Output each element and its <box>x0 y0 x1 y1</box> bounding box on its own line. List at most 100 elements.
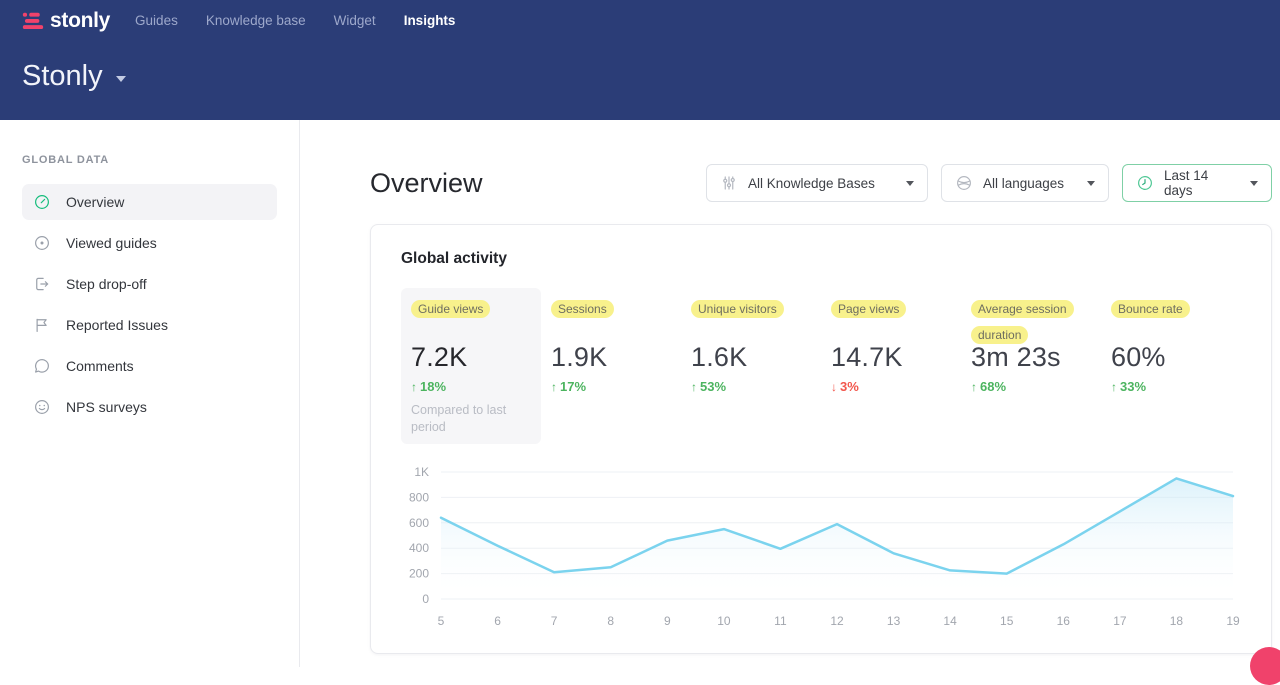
trend-arrow-icon <box>691 379 697 394</box>
metric-value: 60% <box>1111 342 1231 373</box>
svg-text:8: 8 <box>607 614 614 628</box>
chevron-down-icon <box>1250 181 1258 186</box>
metric-delta: 33% <box>1111 379 1231 394</box>
sidebar-item-overview[interactable]: Overview <box>22 184 277 220</box>
metric-value: 1.6K <box>691 342 811 373</box>
svg-text:15: 15 <box>1000 614 1014 628</box>
svg-text:400: 400 <box>409 541 429 555</box>
eye-icon <box>33 234 51 252</box>
global-activity-card: Global activity Guide views 7.2K 18% Com… <box>370 224 1272 654</box>
globe-icon <box>955 174 973 192</box>
metric-tile-sessions[interactable]: Sessions 1.9K 17% <box>541 288 681 444</box>
global-activity-chart: 02004006008001K5678910111213141516171819 <box>401 460 1243 632</box>
languages-filter[interactable]: All languages <box>941 164 1109 202</box>
topnav-item-insights[interactable]: Insights <box>404 7 456 34</box>
svg-text:6: 6 <box>494 614 501 628</box>
chevron-down-icon <box>906 181 914 186</box>
page-title: Overview <box>370 168 483 199</box>
sidebar-item-reported-issues[interactable]: Reported Issues <box>22 307 277 343</box>
top-navigation-bar: stonly Guides Knowledge base Widget Insi… <box>22 0 1280 38</box>
topnav-item-widget[interactable]: Widget <box>334 7 376 34</box>
svg-text:600: 600 <box>409 516 429 530</box>
sidebar-nav: Overview Viewed guides Step drop-off <box>0 184 299 425</box>
smiley-icon <box>33 398 51 416</box>
svg-text:13: 13 <box>887 614 901 628</box>
metric-tiles: Guide views 7.2K 18% Compared to last pe… <box>401 288 1241 444</box>
date-range-filter[interactable]: Last 14 days <box>1122 164 1272 202</box>
svg-text:10: 10 <box>717 614 731 628</box>
languages-filter-value: All languages <box>983 176 1077 191</box>
chart-area: 02004006008001K5678910111213141516171819 <box>401 460 1241 637</box>
metric-label: Average session duration <box>971 296 1091 340</box>
svg-text:12: 12 <box>830 614 844 628</box>
sidebar-item-viewed-guides[interactable]: Viewed guides <box>22 225 277 261</box>
metric-label: Unique visitors <box>691 296 811 340</box>
metric-tile-unique-visitors[interactable]: Unique visitors 1.6K 53% <box>681 288 821 444</box>
sliders-icon <box>720 174 738 192</box>
chevron-down-icon <box>1087 181 1095 186</box>
sidebar-item-label: Viewed guides <box>66 235 157 251</box>
metric-tile-average-session-duration[interactable]: Average session duration 3m 23s 68% <box>961 288 1101 444</box>
topnav-item-knowledge-base[interactable]: Knowledge base <box>206 7 306 34</box>
metric-delta: 3% <box>831 379 951 394</box>
metric-tile-guide-views[interactable]: Guide views 7.2K 18% Compared to last pe… <box>401 288 541 444</box>
gauge-icon <box>33 193 51 211</box>
metric-label: Sessions <box>551 296 671 340</box>
sidebar-item-label: Comments <box>66 358 134 374</box>
trend-arrow-icon <box>971 379 977 394</box>
svg-text:200: 200 <box>409 566 429 580</box>
svg-text:14: 14 <box>943 614 957 628</box>
svg-text:16: 16 <box>1057 614 1071 628</box>
trend-arrow-icon <box>411 379 417 394</box>
flag-icon <box>33 316 51 334</box>
sidebar-item-label: NPS surveys <box>66 399 147 415</box>
trend-arrow-icon <box>831 379 837 394</box>
svg-text:17: 17 <box>1113 614 1127 628</box>
knowledge-bases-filter-value: All Knowledge Bases <box>748 176 896 191</box>
svg-text:800: 800 <box>409 490 429 504</box>
comment-icon <box>33 357 51 375</box>
card-title: Global activity <box>401 250 1241 268</box>
metric-tile-page-views[interactable]: Page views 14.7K 3% <box>821 288 961 444</box>
app-header: stonly Guides Knowledge base Widget Insi… <box>0 0 1280 120</box>
chevron-down-icon <box>116 76 126 82</box>
metric-value: 1.9K <box>551 342 671 373</box>
date-range-filter-value: Last 14 days <box>1164 168 1240 198</box>
sidebar-item-label: Overview <box>66 194 124 210</box>
metric-delta: 17% <box>551 379 671 394</box>
metric-value: 14.7K <box>831 342 951 373</box>
metric-value: 7.2K <box>411 342 531 373</box>
sidebar-item-label: Step drop-off <box>66 276 147 292</box>
trend-arrow-icon <box>551 379 557 394</box>
metric-delta: 53% <box>691 379 811 394</box>
workspace-switcher[interactable]: Stonly <box>22 60 1280 93</box>
metric-label: Guide views <box>411 296 531 340</box>
sidebar-item-comments[interactable]: Comments <box>22 348 277 384</box>
stonly-logo[interactable]: stonly <box>22 9 110 33</box>
svg-text:5: 5 <box>438 614 445 628</box>
chat-launcher-button[interactable] <box>1250 647 1280 685</box>
svg-text:11: 11 <box>774 614 787 628</box>
topnav-item-guides[interactable]: Guides <box>135 7 178 34</box>
knowledge-bases-filter[interactable]: All Knowledge Bases <box>706 164 928 202</box>
sidebar: GLOBAL DATA Overview Viewed guides <box>0 120 300 667</box>
workspace-name: Stonly <box>22 60 103 93</box>
logo-text: stonly <box>50 9 110 33</box>
metric-value: 3m 23s <box>971 342 1091 373</box>
page-header: Overview All Knowledge Bases <box>370 164 1272 202</box>
sidebar-item-nps-surveys[interactable]: NPS surveys <box>22 389 277 425</box>
svg-text:19: 19 <box>1226 614 1240 628</box>
metric-label: Bounce rate <box>1111 296 1231 340</box>
metric-delta: 18% <box>411 379 531 394</box>
sidebar-item-step-drop-off[interactable]: Step drop-off <box>22 266 277 302</box>
top-nav: Guides Knowledge base Widget Insights <box>135 7 455 34</box>
svg-text:0: 0 <box>422 592 429 606</box>
compare-note: Compared to last period <box>411 402 531 436</box>
svg-text:18: 18 <box>1170 614 1184 628</box>
svg-text:9: 9 <box>664 614 671 628</box>
filters-bar: All Knowledge Bases All languages <box>706 164 1272 202</box>
stonly-logo-icon <box>22 10 44 32</box>
main-content: Overview All Knowledge Bases <box>300 120 1280 667</box>
metric-tile-bounce-rate[interactable]: Bounce rate 60% 33% <box>1101 288 1241 444</box>
exit-icon <box>33 275 51 293</box>
